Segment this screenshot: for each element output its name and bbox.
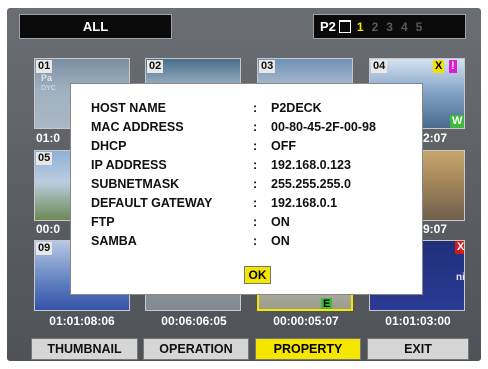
thumbnail-number: 02 [147, 60, 164, 73]
property-row: DEFAULT GATEWAY:192.168.0.1 [91, 196, 337, 210]
card-slot-indicator: P2 1 2 3 4 5 [313, 14, 466, 39]
property-row: SAMBA: ON [91, 234, 290, 248]
thumbnail-button[interactable]: THUMBNAIL [31, 338, 138, 360]
property-value: OFF [271, 139, 296, 153]
card-label: P2 [320, 19, 336, 34]
property-row: SUBNETMASK:255.255.255.0 [91, 177, 351, 191]
property-key: MAC ADDRESS [91, 120, 184, 134]
property-row: IP ADDRESS:192.168.0.123 [91, 158, 351, 172]
timecode-12: 01:01:03:00 [385, 314, 451, 328]
thumbnail-text: DYC [41, 85, 56, 92]
view-filter-text: ALL [82, 19, 109, 34]
timecode-08: 9:07 [423, 222, 448, 236]
property-value: ON [271, 234, 290, 248]
property-dialog: HOST NAME: P2DECK MAC ADDRESS:00-80-45-2F… [70, 83, 423, 295]
thumbnail-number: 01 [36, 60, 53, 73]
property-key: DHCP [91, 139, 127, 153]
property-key: FTP [91, 215, 115, 229]
timecode-10: 00:06:06:05 [161, 314, 227, 328]
property-key: SUBNETMASK [91, 177, 180, 191]
thumbnail-number: 04 [371, 60, 388, 73]
slot-5: 5 [415, 19, 423, 34]
property-key: IP ADDRESS [91, 158, 167, 172]
property-sep: : [253, 139, 258, 153]
view-filter-label[interactable]: ALL [19, 14, 172, 39]
property-button[interactable]: PROPERTY [255, 338, 361, 360]
thumbnail-number: 03 [259, 60, 276, 73]
slot-4: 4 [400, 19, 408, 34]
memory-card-icon [338, 20, 351, 33]
timecode-09: 01:01:08:06 [49, 314, 115, 328]
tag-x: X [433, 60, 445, 73]
property-value: 192.168.0.123 [271, 158, 351, 172]
property-sep: : [253, 177, 258, 191]
operation-button[interactable]: OPERATION [143, 338, 249, 360]
tag-e: E [321, 298, 333, 310]
property-value: 255.255.255.0 [271, 177, 351, 191]
property-key: SAMBA [91, 234, 137, 248]
slot-3: 3 [386, 19, 393, 34]
property-value: 192.168.0.1 [271, 196, 338, 210]
property-sep: : [253, 215, 258, 229]
timecode-11: 00:00:05:07 [273, 314, 339, 328]
property-row: FTP: ON [91, 215, 290, 229]
ok-button[interactable]: OK [244, 266, 271, 284]
property-sep: : [253, 196, 258, 210]
thumbnail-number: 09 [36, 242, 53, 255]
timecode-04: 2:07 [423, 131, 448, 145]
property-value: P2DECK [271, 101, 322, 115]
property-key: DEFAULT GATEWAY [91, 196, 213, 210]
property-key: HOST NAME [91, 101, 166, 115]
tag-w: W [450, 115, 464, 128]
tag-x-red: X [455, 241, 465, 254]
property-row: DHCP: OFF [91, 139, 296, 153]
slot-1: 1 [356, 19, 364, 34]
thumbnail-text: Pa [41, 73, 53, 83]
property-value: 00-80-45-2F-00-98 [271, 120, 376, 134]
property-sep: : [253, 120, 258, 134]
thumbnail-text: nic [456, 272, 465, 283]
property-row: HOST NAME: P2DECK [91, 101, 322, 115]
property-sep: : [253, 158, 258, 172]
thumbnail-number: 05 [36, 152, 53, 165]
property-value: ON [271, 215, 290, 229]
property-sep: : [253, 234, 258, 248]
tag-alert: ! [449, 60, 457, 73]
property-row: MAC ADDRESS:00-80-45-2F-00-98 [91, 120, 376, 134]
exit-button[interactable]: EXIT [367, 338, 469, 360]
property-sep: : [253, 101, 258, 115]
slot-2: 2 [371, 19, 379, 34]
